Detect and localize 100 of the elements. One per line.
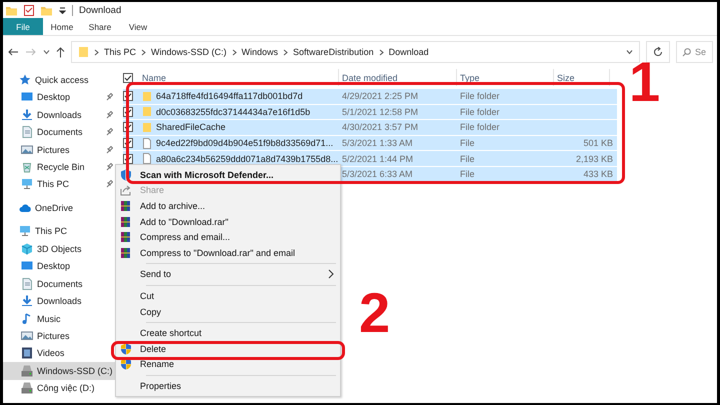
sidebar-item[interactable]: Quick access [3,71,117,88]
chevron-right-icon [378,48,384,56]
monitor-icon [21,91,33,104]
file-row[interactable]: d0c03683255fdc37144434a7e16f1d5b 5/1/2021 12:58 PM File folder [123,104,617,120]
file-name: SharedFileCache [156,122,226,132]
sidebar-item[interactable]: This PC [3,222,117,240]
drive-icon [21,364,33,377]
music-note-icon [21,312,33,325]
chevron-down-icon[interactable] [43,49,50,55]
refresh-button[interactable] [646,41,670,63]
date-cell-text: 5/2/2021 1:44 PM [342,154,414,164]
sidebar-item[interactable]: Downloads [3,292,117,310]
file-row[interactable]: 64a718ffe4fd16494ffa117db001bd7d 4/29/2021 2:25 PM File folder [123,89,617,104]
type-cell-text: File folder [460,106,501,117]
sidebar-item[interactable]: 3D Objects [3,240,117,258]
menu-item[interactable]: Copy [116,304,340,320]
folder-icon [142,90,152,102]
step-number: 2 [359,285,390,341]
size-cell-text: 2,193 KB [574,154,614,164]
search-field[interactable]: Se [676,41,713,63]
type-cell-text: File [460,154,476,164]
file-icon [142,153,152,164]
folder-icon [142,122,152,133]
type-cell-text: File folder [460,122,501,132]
file-name: 64a718ffe4fd16494ffa117db001bd7d [156,91,303,102]
sidebar-item[interactable]: Videos [3,344,117,362]
chevron-right-icon [283,48,288,56]
up-icon[interactable] [56,46,65,58]
size-cell-text: 501 KB [582,138,614,148]
shield-icon [120,168,132,181]
ribbon-tab[interactable]: File [3,18,43,35]
ribbon-tab[interactable]: Share [81,18,119,35]
folder-icon [78,46,89,58]
menu-item[interactable]: Compress to "Download.rar" and email [116,244,340,261]
file-row[interactable]: a80a6c234b56259ddd071a8d7439b1755d8... 5/2/2021 1:44 PM File 2,193 KB [123,151,617,166]
ribbon-tab[interactable]: View [119,18,157,35]
drive-icon [21,382,33,394]
film-icon [21,347,33,360]
sidebar-item[interactable]: Pictures [3,140,117,158]
menu-item[interactable]: Add to archive... [116,198,340,214]
share-icon [120,184,132,196]
books-icon [120,246,132,259]
chevron-right-icon [328,269,334,280]
file-row[interactable]: 9c4ed22f9bd09d4b904e51f9b8d33569d71... 5/3/2021 1:33 AM File 501 KB [123,136,617,150]
breadcrumb[interactable]: This PC [104,47,136,57]
trash-bin-icon [21,160,33,173]
document-icon [21,278,33,290]
chevron-right-icon [94,48,99,56]
sidebar-item[interactable]: This PC [3,176,117,194]
sidebar-item[interactable]: Downloads [3,106,117,124]
breadcrumb[interactable]: Windows-SSD (C:) [151,47,227,57]
document-icon [21,126,33,138]
chevron-down-icon[interactable] [626,49,633,55]
sidebar-item[interactable]: Công việc (D:) [3,380,117,398]
address-bar[interactable]: This PC Windows-SSD (C:) Windows SoftwareDistribution Download [71,41,640,63]
breadcrumb[interactable]: Windows [242,47,278,57]
date-cell-text: 5/3/2021 1:33 AM [342,138,414,148]
date-cell-text: 4/30/2021 3:57 PM [342,122,420,132]
sidebar-item[interactable]: Recycle Bin [3,158,117,176]
date-cell-text: 5/3/2021 6:33 AM [342,169,414,180]
sidebar-item[interactable]: Desktop [3,258,117,275]
picture-icon [21,144,33,156]
sidebar-item[interactable]: Windows-SSD (C:) [3,362,117,380]
menu-item[interactable]: Cut [116,288,340,304]
menu-item[interactable]: Compress and email... [116,229,340,245]
menu-item[interactable]: Add to "Download.rar" [116,214,340,230]
type-cell-text: File [460,138,476,148]
properties-icon[interactable] [24,4,34,16]
sidebar-item[interactable]: Pictures [3,327,117,345]
sidebar-item[interactable]: OneDrive [3,199,117,217]
column-header[interactable]: Date modified [339,69,457,86]
file-icon [142,138,152,149]
menu-item[interactable]: Properties [116,378,340,394]
menu-item[interactable]: Rename [116,356,340,372]
file-name: 9c4ed22f9bd09d4b904e51f9b8d33569d71... [156,138,334,148]
ribbon-tab[interactable]: Home [43,18,81,35]
shield-icon [120,358,132,370]
type-cell-text: File folder [460,91,501,102]
breadcrumb[interactable]: Download [388,47,429,57]
sidebar-item[interactable]: Documents [3,274,117,292]
cloud-icon [19,202,31,214]
dropdown-icon[interactable] [59,6,66,14]
menu-item[interactable]: Delete [116,340,340,357]
column-header[interactable]: Name [139,69,339,86]
sidebar-item[interactable]: Music [3,310,117,328]
menu-item[interactable]: Send to [116,266,340,282]
sidebar-item[interactable]: Desktop [3,88,117,106]
menu-item[interactable]: Create shortcut [116,325,340,341]
cube-icon [21,242,33,255]
column-header[interactable]: Size [554,69,610,86]
breadcrumb[interactable]: SoftwareDistribution [293,47,374,57]
folder-icon [5,4,18,16]
back-icon[interactable] [7,47,19,57]
date-cell-text: 5/1/2021 12:58 PM [342,106,420,117]
file-row[interactable]: SharedFileCache 4/30/2021 3:57 PM File folder [123,120,617,135]
sidebar-item[interactable]: Documents [3,123,117,141]
type-cell-text: File [460,169,476,180]
chevron-right-icon [232,48,237,56]
select-all-checkbox[interactable] [123,72,133,82]
books-icon [120,231,132,244]
